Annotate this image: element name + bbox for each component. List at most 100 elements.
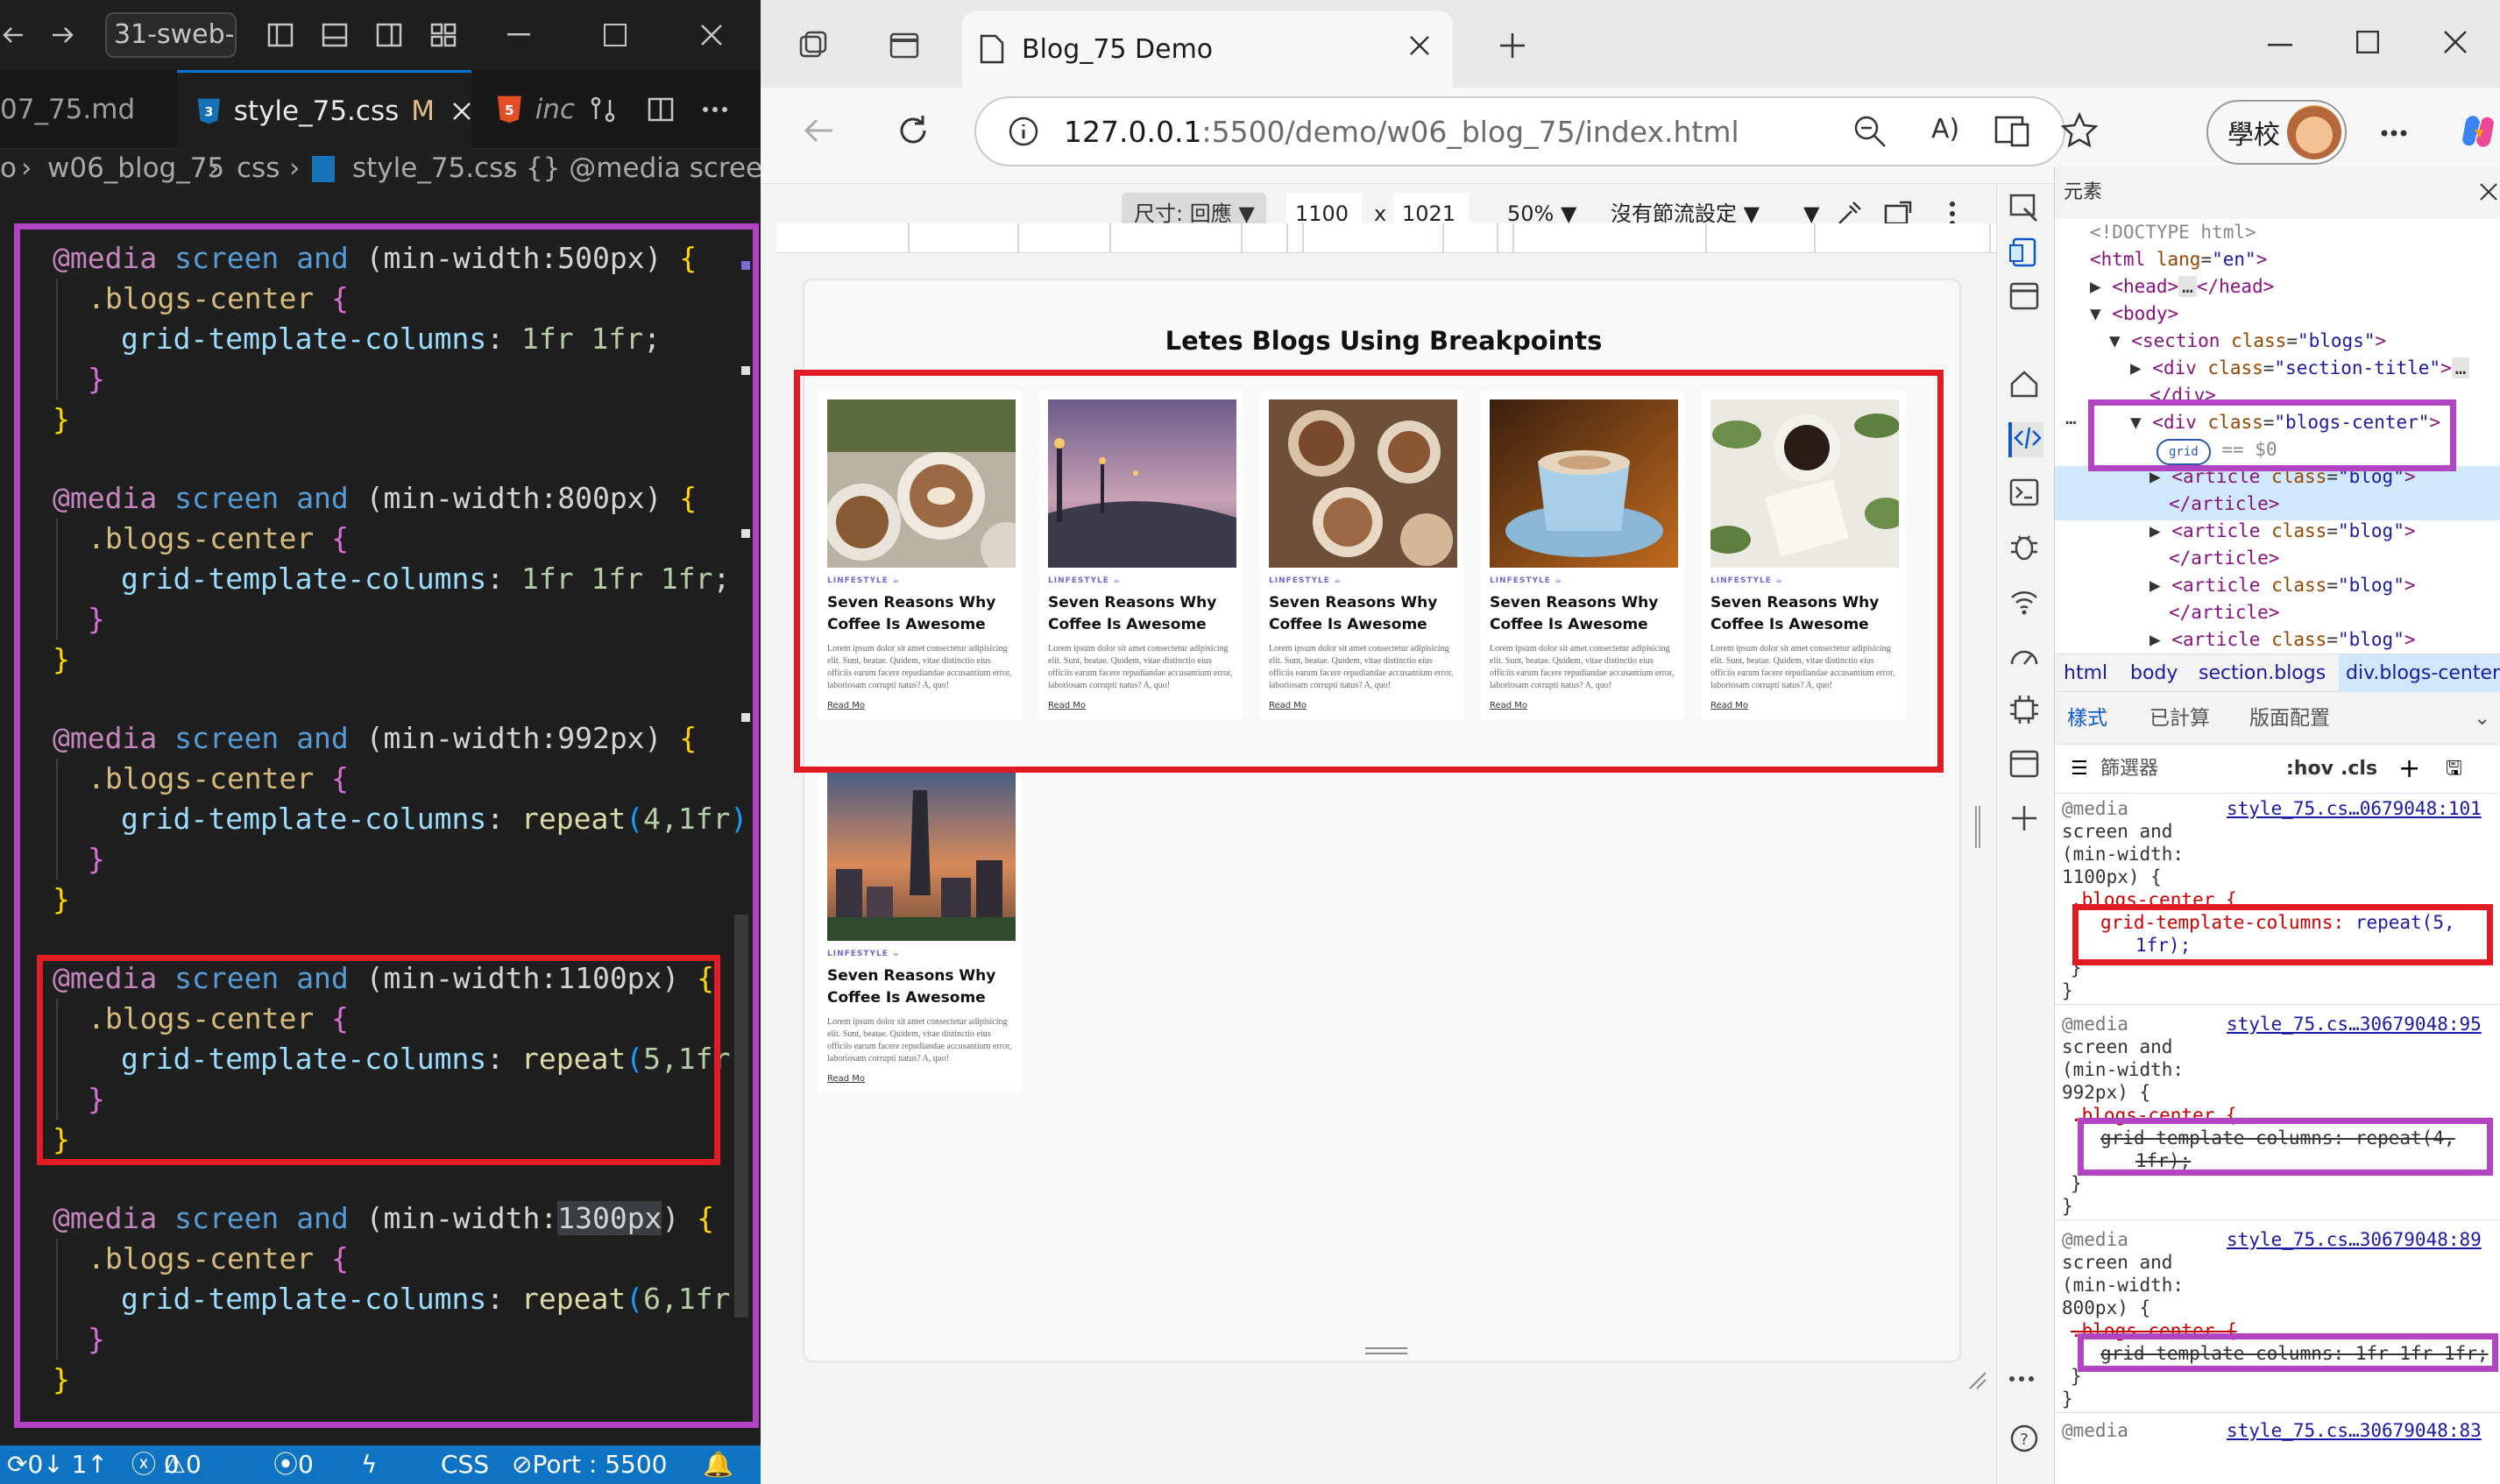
minimize-icon[interactable]: [501, 18, 536, 53]
rule-source-link[interactable]: style_75.cs…0679048:101: [2227, 797, 2482, 820]
styles-rules[interactable]: @media style_75.cs…0679048:101 screen an…: [2055, 794, 2500, 1484]
split-editor-icon[interactable]: [643, 92, 678, 127]
vertical-tabs-icon[interactable]: [885, 26, 924, 65]
application-icon[interactable]: [2008, 748, 2043, 783]
close-tab-icon[interactable]: [452, 102, 471, 121]
live-server-port[interactable]: ⊘ Port : 5500: [512, 1445, 667, 1484]
tab-style-css[interactable]: 3 style_75.css M: [177, 70, 471, 149]
notifications-icon[interactable]: 🔔: [703, 1445, 733, 1484]
toggle-sidebar-icon[interactable]: [263, 18, 298, 53]
crumb-div-current[interactable]: div.blogs-center: [2339, 654, 2500, 693]
maximize-icon[interactable]: [2348, 23, 2387, 61]
close-tab-icon[interactable]: [1409, 35, 1430, 56]
read-more-link[interactable]: Read Mo: [827, 1074, 1013, 1084]
device-emulation-icon[interactable]: [2008, 237, 2043, 272]
filter-input[interactable]: 篩選器: [2100, 745, 2158, 794]
maximize-icon[interactable]: [598, 18, 633, 53]
dom-node[interactable]: ▶ <article class="blog">: [2149, 626, 2416, 654]
hover-state-button[interactable]: :hov: [2286, 745, 2334, 794]
add-tool-plus-icon[interactable]: [2008, 802, 2043, 837]
close-window-icon[interactable]: [2436, 23, 2475, 61]
media-query-ruler[interactable]: [776, 223, 2005, 253]
page-viewport[interactable]: Letes Blogs Using Breakpoints LINFESTYLE…: [794, 279, 1961, 1362]
profile-button[interactable]: 學校: [2206, 100, 2347, 165]
forward-arrow-icon[interactable]: [46, 18, 81, 53]
blog-card[interactable]: LINFESTYLE ☕ Seven Reasons Why Coffee Is…: [818, 764, 1022, 1092]
toggle-panel-icon[interactable]: [317, 18, 352, 53]
language-mode[interactable]: CSS: [441, 1445, 489, 1484]
settings-more-icon[interactable]: [2375, 114, 2413, 152]
compare-changes-icon[interactable]: [585, 92, 620, 127]
console-icon[interactable]: [2008, 477, 2043, 512]
customize-layout-icon[interactable]: [426, 18, 461, 53]
sync-status[interactable]: ⟳ 0↓ 1↑: [7, 1445, 108, 1484]
back-arrow-icon[interactable]: [0, 18, 26, 53]
more-tools-icon[interactable]: [2008, 1375, 2043, 1410]
lightning-icon[interactable]: ϟ: [361, 1445, 377, 1484]
back-arrow-icon[interactable]: [797, 110, 839, 152]
site-info-icon[interactable]: [1008, 116, 1039, 147]
welcome-icon[interactable]: [2008, 280, 2043, 315]
close-panel-icon[interactable]: [2479, 182, 2498, 201]
performance-icon[interactable]: [2008, 640, 2043, 675]
close-window-icon[interactable]: [694, 18, 729, 53]
rule-separator: [2055, 1004, 2500, 1005]
minimize-icon[interactable]: [2261, 26, 2299, 65]
help-icon[interactable]: ?: [2008, 1423, 2043, 1458]
elements-panel-icon[interactable]: [2008, 422, 2043, 457]
computed-sidebar-icon[interactable]: 🖫: [2446, 745, 2462, 794]
network-wifi-icon[interactable]: [2008, 585, 2043, 620]
annotation-purple-box: [14, 223, 759, 1428]
tab-md-file[interactable]: 07_75.md: [0, 70, 175, 149]
memory-chip-icon[interactable]: [2008, 694, 2043, 729]
more-actions-icon[interactable]: [698, 92, 733, 127]
new-rule-plus-icon[interactable]: +: [2398, 745, 2420, 794]
dom-node[interactable]: ▶ <article class="blog">: [2149, 518, 2416, 545]
read-aloud-icon[interactable]: A): [1931, 114, 1959, 145]
chevron-down-icon[interactable]: ⌄: [2474, 692, 2490, 745]
zoom-out-icon[interactable]: [1852, 114, 1887, 149]
crumb-html[interactable]: html: [2064, 654, 2107, 693]
dom-node[interactable]: ▶ <div class="section-title">…: [2130, 355, 2470, 382]
crumb-section[interactable]: section.blogs: [2199, 654, 2326, 693]
breadcrumb-item[interactable]: w06_blog_75: [47, 149, 224, 187]
ports-status[interactable]: ⦿ 0: [273, 1445, 314, 1484]
breadcrumb-item[interactable]: css: [237, 149, 280, 187]
toggle-secondary-sidebar-icon[interactable]: [372, 18, 407, 53]
class-toggle-button[interactable]: .cls: [2341, 745, 2377, 794]
breadcrumb-item[interactable]: style_75.css: [352, 149, 517, 187]
refresh-icon[interactable]: [892, 110, 934, 152]
inspect-icon[interactable]: [2008, 193, 2043, 228]
rule-source-link[interactable]: style_75.cs…30679048:95: [2227, 1013, 2482, 1035]
dom-node[interactable]: ▼ <section class="blogs">: [2109, 328, 2386, 355]
favorite-star-icon[interactable]: [2061, 112, 2098, 149]
debugger-bug-icon[interactable]: [2008, 531, 2043, 566]
problems-status[interactable]: ⓧ 0 ⚠ 0: [131, 1445, 202, 1484]
rule-source-link[interactable]: style_75.cs…30679048:83: [2227, 1419, 2482, 1442]
resize-handle-bottom[interactable]: [1365, 1347, 1407, 1354]
dom-node[interactable]: <!DOCTYPE html>: [2090, 219, 2256, 246]
tab-computed[interactable]: 已計算: [2149, 692, 2210, 745]
tab-blog-demo[interactable]: Blog_75 Demo: [962, 11, 1453, 88]
address-bar[interactable]: 127.0.0.1:5500/demo/w06_blog_75/index.ht…: [974, 96, 2098, 166]
dom-node[interactable]: ▶ <article class="blog">: [2149, 572, 2416, 599]
home-icon[interactable]: [2008, 368, 2043, 403]
dom-node[interactable]: ▼ <body>: [2090, 300, 2178, 328]
resize-handle-right[interactable]: [1975, 806, 1980, 848]
dom-node[interactable]: ▶ <head>… </head>: [2090, 273, 2274, 300]
resize-corner-icon[interactable]: [1968, 1371, 1987, 1390]
breadcrumb-item[interactable]: o: [0, 149, 17, 187]
node-more-icon[interactable]: ⋯: [2065, 409, 2077, 436]
crumb-body[interactable]: body: [2130, 654, 2178, 693]
dom-node[interactable]: <html lang="en">: [2090, 246, 2267, 273]
workspaces-icon[interactable]: [794, 26, 832, 65]
copilot-icon[interactable]: [2457, 110, 2499, 152]
command-center-search[interactable]: 31-sweb-de: [105, 12, 237, 58]
app-available-icon[interactable]: [1994, 114, 2031, 149]
tab-styles[interactable]: 樣式: [2067, 692, 2107, 747]
breadcrumb-item[interactable]: {} @media screen: [526, 149, 761, 187]
new-tab-icon[interactable]: [1493, 26, 1532, 65]
tab-layout[interactable]: 版面配置: [2249, 692, 2330, 745]
tab-html-file[interactable]: 5 inc: [487, 70, 575, 149]
rule-source-link[interactable]: style_75.cs…30679048:89: [2227, 1228, 2482, 1251]
